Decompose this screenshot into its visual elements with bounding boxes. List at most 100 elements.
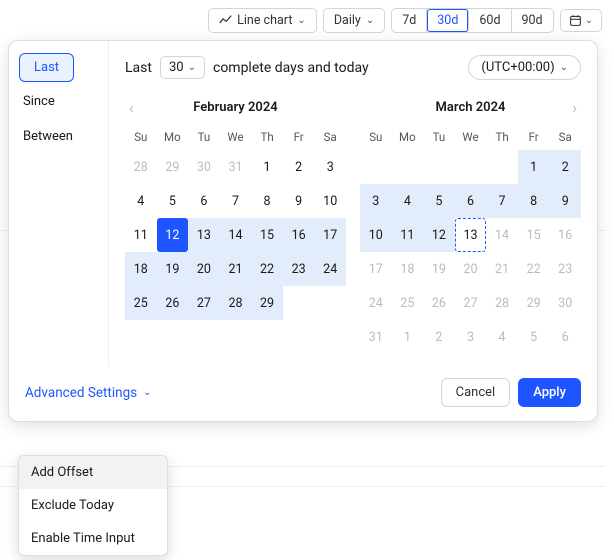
mode-tab-last[interactable]: Last [19, 53, 74, 82]
calendar-right: March 2024›SuMoTuWeThFrSa123456789101112… [360, 94, 581, 354]
calendar-day[interactable]: 2 [549, 150, 581, 184]
calendar-day[interactable]: 6 [455, 184, 487, 218]
calendar-day[interactable]: 12 [423, 218, 455, 252]
calendar-day: 21 [486, 252, 518, 286]
range-7d[interactable]: 7d [392, 9, 427, 32]
calendar-day[interactable]: 7 [486, 184, 518, 218]
calendar-day[interactable]: 11 [392, 218, 424, 252]
calendar-day[interactable]: 14 [220, 218, 252, 252]
calendar-day: 26 [423, 286, 455, 320]
calendar-day[interactable]: 19 [157, 252, 189, 286]
chevron-down-icon: ⌄ [366, 15, 374, 26]
calendar-day[interactable]: 8 [518, 184, 550, 218]
calendar-day[interactable]: 29 [251, 286, 283, 320]
chevron-down-icon: ⌄ [585, 15, 593, 26]
calendar-day[interactable]: 4 [125, 184, 157, 218]
calendar-day[interactable]: 13 [188, 218, 220, 252]
next-month-button[interactable]: › [572, 98, 577, 117]
calendar-day[interactable]: 11 [125, 218, 157, 252]
calendar-day: 28 [125, 150, 157, 184]
calendar-day[interactable]: 17 [314, 218, 346, 252]
dow-header: We [220, 126, 252, 150]
calendar-day[interactable]: 5 [423, 184, 455, 218]
calendar-day[interactable]: 13 [455, 218, 487, 252]
range-30d[interactable]: 30d [427, 9, 469, 32]
chevron-down-icon: ⌄ [143, 387, 151, 398]
calendar-day[interactable]: 3 [314, 150, 346, 184]
calendar-day: 17 [360, 252, 392, 286]
advanced-settings-label: Advanced Settings [25, 385, 137, 401]
calendar-day: 18 [392, 252, 424, 286]
dow-header: Th [486, 126, 518, 150]
calendar-day[interactable]: 8 [251, 184, 283, 218]
calendar-day: 30 [549, 286, 581, 320]
apply-button[interactable]: Apply [518, 378, 581, 407]
calendar-day[interactable]: 7 [220, 184, 252, 218]
calendar-day: 29 [518, 286, 550, 320]
dow-header: Fr [283, 126, 315, 150]
prev-month-button[interactable]: ‹ [129, 98, 134, 117]
calendar-day[interactable]: 1 [518, 150, 550, 184]
calendar-day[interactable]: 5 [157, 184, 189, 218]
dow-header: Mo [157, 126, 189, 150]
line-chart-icon [219, 14, 232, 27]
calendar-day: 20 [455, 252, 487, 286]
calendar-day[interactable]: 6 [188, 184, 220, 218]
calendar-day: 14 [486, 218, 518, 252]
dow-header: Sa [549, 126, 581, 150]
calendar-day[interactable]: 23 [283, 252, 315, 286]
calendar-day[interactable]: 16 [283, 218, 315, 252]
range-90d[interactable]: 90d [512, 9, 553, 32]
dow-header: Su [125, 126, 157, 150]
calendar-day[interactable]: 4 [392, 184, 424, 218]
calendar-day: 23 [549, 252, 581, 286]
calendar-day[interactable]: 10 [360, 218, 392, 252]
calendar-button[interactable]: ⌄ [560, 9, 602, 32]
menu-item-exclude-today[interactable]: Exclude Today [19, 489, 167, 522]
calendar-day[interactable]: 18 [125, 252, 157, 286]
range-60d[interactable]: 60d [469, 9, 511, 32]
calendar-day[interactable]: 9 [549, 184, 581, 218]
mode-tab-since[interactable]: Since [9, 84, 108, 119]
calendar-day[interactable]: 26 [157, 286, 189, 320]
calendar-day[interactable]: 22 [251, 252, 283, 286]
chart-type-select[interactable]: Line chart ⌄ [208, 8, 317, 33]
dow-header: Fr [518, 126, 550, 150]
range-segments: 7d30d60d90d [391, 8, 553, 33]
mode-tab-between[interactable]: Between [9, 119, 108, 154]
dow-header: Su [360, 126, 392, 150]
calendar-day: 2 [423, 320, 455, 354]
timezone-select[interactable]: (UTC+00:00) ⌄ [468, 55, 581, 80]
calendar-day: 5 [518, 320, 550, 354]
menu-item-add-offset[interactable]: Add Offset [19, 456, 167, 489]
calendar-day[interactable]: 2 [283, 150, 315, 184]
days-select[interactable]: 30 ⌄ [160, 56, 205, 79]
advanced-settings-link[interactable]: Advanced Settings ⌄ [25, 385, 152, 401]
sentence-prefix: Last [125, 60, 152, 76]
calendar-day[interactable]: 28 [220, 286, 252, 320]
calendar-day[interactable]: 24 [314, 252, 346, 286]
calendar-day[interactable]: 3 [360, 184, 392, 218]
calendar-left: ‹February 2024SuMoTuWeThFrSa282930311234… [125, 94, 346, 354]
chevron-down-icon: ⌄ [297, 15, 305, 26]
calendar-day[interactable]: 12 [157, 218, 189, 252]
cancel-button[interactable]: Cancel [441, 378, 511, 407]
calendar-day: 3 [455, 320, 487, 354]
calendar-day: 29 [157, 150, 189, 184]
calendar-day[interactable]: 1 [251, 150, 283, 184]
sentence: Last 30 ⌄ complete days and today [125, 56, 369, 79]
advanced-settings-menu: Add OffsetExclude TodayEnable Time Input [18, 455, 168, 556]
calendar-day[interactable]: 25 [125, 286, 157, 320]
calendar-day[interactable]: 20 [188, 252, 220, 286]
calendar-day[interactable]: 21 [220, 252, 252, 286]
calendar-day[interactable]: 15 [251, 218, 283, 252]
granularity-select[interactable]: Daily ⌄ [323, 8, 385, 33]
menu-item-enable-time-input[interactable]: Enable Time Input [19, 522, 167, 555]
calendar-day[interactable]: 27 [188, 286, 220, 320]
calendar-day: 27 [455, 286, 487, 320]
calendar-title: February 2024 [193, 100, 277, 115]
days-value: 30 [169, 60, 184, 75]
calendar-day: 28 [486, 286, 518, 320]
calendar-day[interactable]: 10 [314, 184, 346, 218]
calendar-day[interactable]: 9 [283, 184, 315, 218]
